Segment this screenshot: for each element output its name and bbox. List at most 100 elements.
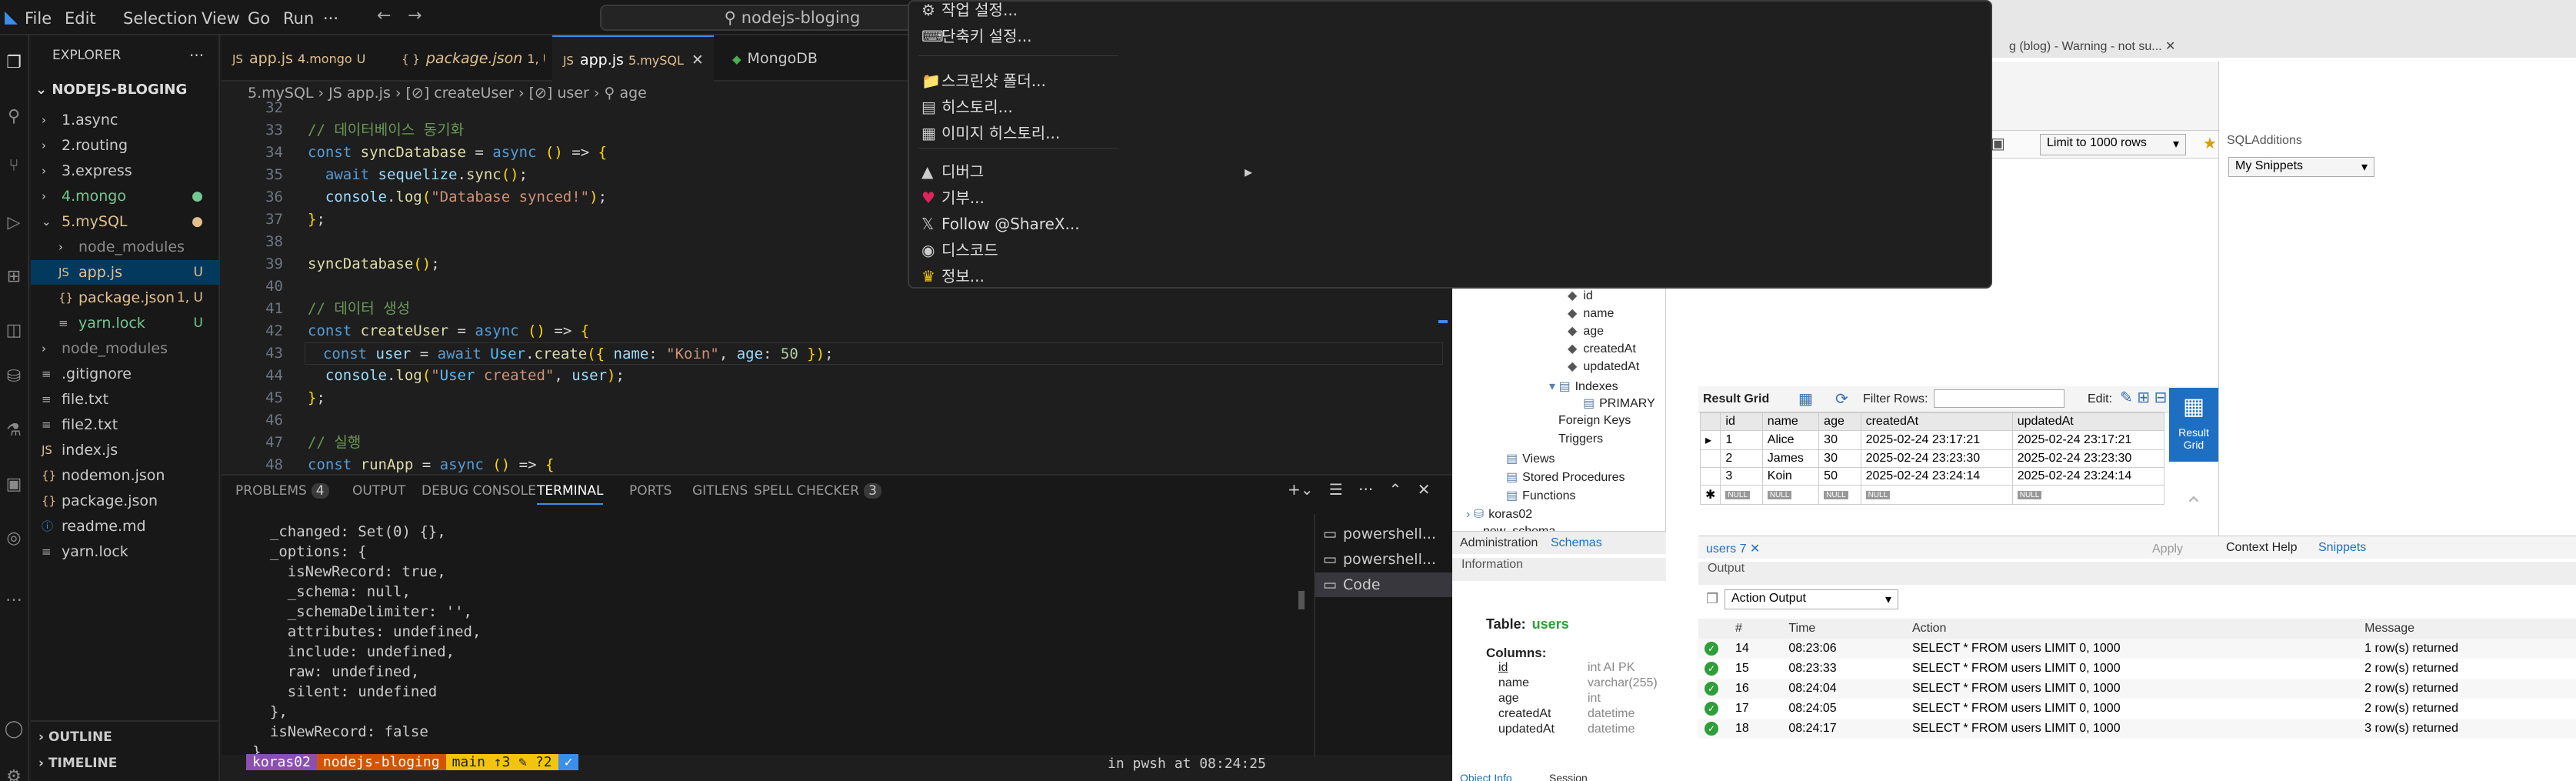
menu-item[interactable]: View [202,9,240,28]
tree-item[interactable]: {} package.json 1, U [31,285,220,310]
context-menu-item[interactable]: ▤ 히스토리... [921,94,1013,120]
grid-icon[interactable]: ▦ [1798,389,1813,409]
context-menu-item[interactable]: 📁스크린샷 폴더... [921,68,1046,94]
grid-cell[interactable]: 50 [1818,467,1861,486]
refresh-icon[interactable]: ⟳ [1835,389,1848,409]
grid-column-header[interactable]: updatedAt [2011,412,2165,431]
tree-item[interactable]: ≡ .gitignore [31,362,220,386]
terminal-list-item[interactable]: ▭ powershell... [1323,547,1436,572]
grid-row[interactable]: 3 Koin 50 2025-02-24 23:24:14 2025-02-24 23:… [1700,467,2165,486]
tree-item[interactable]: › node_modules [31,336,220,361]
schema-column[interactable]: ◆ name [1568,305,1614,321]
tree-item[interactable]: JS app.js U [31,260,220,285]
close-icon[interactable]: ✕ [2165,40,2175,53]
grid-cell[interactable]: 2025-02-24 23:17:21 [2011,430,2165,450]
grid-cell[interactable]: 30 [1818,449,1861,468]
grid-cell[interactable]: 2025-02-24 23:24:14 [2011,467,2165,486]
tree-item[interactable]: › 3.express [31,159,220,183]
context-menu-item[interactable]: ▦ 이미지 히스토리... [921,120,1060,146]
browser-tab[interactable]: g (blog) - Warning - not su... ✕ [2009,38,2175,62]
schema-node[interactable]: ▤ Stored Procedures [1506,469,1625,485]
grid-row[interactable]: 2 James 30 2025-02-24 23:23:30 2025-02-24 23… [1700,449,2165,468]
database-icon[interactable]: ⛁ [3,366,25,388]
result-tab[interactable]: users 7 ✕ [1706,541,1760,556]
result-grid-button[interactable]: ▦ Result Grid [2169,388,2218,462]
grid-cell[interactable]: 2025-02-24 23:24:14 [1860,467,2013,486]
outline-section[interactable]: › OUTLINE [38,729,112,745]
schema-node[interactable]: ▾ ▤ Indexes [1549,379,1618,394]
panel-tab[interactable]: GITLENS [692,483,748,499]
schema-node[interactable]: Foreign Keys [1558,414,1631,428]
editor-tab[interactable]: JS app.js 4.mongo U [222,35,383,82]
grid-cell[interactable]: Koin [1761,467,1820,486]
back-arrow-icon[interactable]: ← [377,6,391,25]
extensions-icon[interactable]: ⊞ [3,266,25,288]
menu-item[interactable]: ··· [323,9,338,28]
maximize-panel-icon[interactable]: ⌃ [1389,480,1402,499]
terminal-scrollbar[interactable] [1298,591,1305,609]
project-header[interactable]: ⌄ NODEJS-BLOGING [35,82,187,98]
editor-tab[interactable]: { } package.json 1, U [391,35,545,82]
explorer-icon[interactable]: ❐ [3,52,25,74]
output-row[interactable]: ✓ 18 08:24:17 SELECT * FROM users LIMIT 0, … [1698,719,2576,739]
snippets-tab[interactable]: Snippets [2318,541,2366,555]
tree-item[interactable]: {} package.json [31,489,220,513]
output-row[interactable]: ✓ 14 08:23:06 SELECT * FROM users LIMIT 0, … [1698,639,2576,659]
schema-column[interactable]: ◆ id [1568,288,1593,303]
explorer-more-icon[interactable]: ··· [189,46,204,65]
new-terminal-icon[interactable]: +⌄ [1288,480,1314,499]
tree-item[interactable]: ≡ yarn.lock [31,539,220,564]
search-sidebar-icon[interactable]: ⚲ [3,106,25,128]
output-row[interactable]: ✓ 16 08:24:04 SELECT * FROM users LIMIT 0, … [1698,679,2576,699]
grid-cell[interactable]: 2025-02-24 23:23:30 [2011,449,2165,468]
schema-node[interactable]: ▤ PRIMARY [1583,396,1655,411]
more-icon[interactable]: … [3,586,25,607]
limit-select[interactable]: Limit to 1000 rows ▾ [2040,134,2186,155]
tree-item[interactable]: ⓘ readme.md [31,514,220,539]
tree-item[interactable]: ≡ file2.txt [31,412,220,437]
tree-item[interactable]: {} nodemon.json [31,463,220,488]
menu-item[interactable]: Go [248,9,270,28]
menu-item[interactable]: Run [283,9,314,28]
panel-tab[interactable]: PORTS [629,483,671,499]
result-grid[interactable]: id name age createdAt updatedAt ▸ 1 Alice 30 2025… [1700,412,2218,519]
grid-new-row[interactable]: ✱ NULL NULL NULL NULL NULL [1700,485,2165,505]
panel-tab[interactable]: DEBUG CONSOLE [422,483,536,499]
collapse-chevron-icon[interactable]: ⌃ [2169,492,2218,531]
terminal-list-item[interactable]: ▭ Code [1315,572,1452,597]
panel-tab[interactable]: PROBLEMS 4 [235,483,329,499]
context-menu-item[interactable]: ♛ 정보... [921,263,985,289]
schema-node[interactable]: ▤ Views [1506,451,1555,466]
grid-column-header[interactable]: name [1761,412,1820,431]
panel-tab[interactable]: OUTPUT [352,483,405,499]
copy-icon[interactable]: ❐ [1706,591,1718,607]
terminal-list-item[interactable]: ▭ powershell... [1323,522,1436,546]
docker-icon[interactable]: ▣ [3,474,25,496]
tree-item[interactable]: › 4.mongo ● [31,184,220,209]
session-tab[interactable]: Session [1549,772,1588,781]
close-icon[interactable]: ✕ [691,52,704,68]
settings-gear-icon[interactable]: ⚙ [3,766,25,781]
grid-cell[interactable]: 1 [1720,430,1763,450]
grid-cell[interactable]: James [1761,449,1820,468]
grid-cell[interactable]: 3 [1720,467,1763,486]
context-menu-item[interactable]: ♥ 기부... [921,185,985,211]
terminal-list-icon[interactable]: ☰ [1329,480,1343,499]
gitlens-icon[interactable]: ◎ [3,528,25,549]
timeline-section[interactable]: › TIMELINE [38,756,117,771]
output-row[interactable]: ✓ 17 08:24:05 SELECT * FROM users LIMIT 0, … [1698,699,2576,719]
tree-item[interactable]: › 1.async [31,108,220,132]
schema-node[interactable]: › ⛁ koras02 [1466,506,1532,522]
tree-item[interactable]: ≡ file.txt [31,387,220,412]
context-help-tab[interactable]: Context Help [2226,541,2298,555]
grid-column-header[interactable]: createdAt [1860,412,2013,431]
context-menu-item[interactable]: ◉ 디스코드 [921,237,998,263]
schema-column[interactable]: ◆ createdAt [1568,341,1636,356]
filter-rows-input[interactable] [1934,389,2064,408]
forward-arrow-icon[interactable]: → [408,6,422,25]
menu-item[interactable]: File [25,9,52,28]
admin-tab[interactable]: Schemas [1551,536,1602,550]
action-output-select[interactable]: Action Output ▾ [1725,589,1898,609]
tree-item[interactable]: JS index.js [31,438,220,462]
grid-row[interactable]: ▸ 1 Alice 30 2025-02-24 23:17:21 2025-02-24 2… [1700,430,2165,450]
